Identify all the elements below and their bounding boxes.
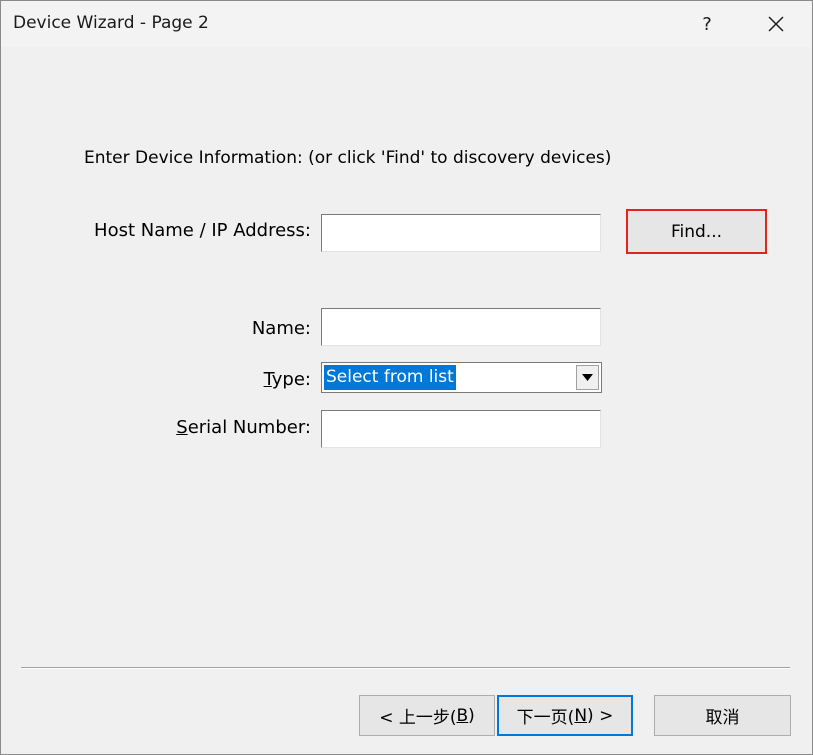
name-label: Name: (251, 318, 311, 339)
type-label-accel: T (263, 369, 272, 390)
window-title: Device Wizard - Page 2 (13, 13, 209, 33)
back-button-label: < 上一步( (379, 708, 457, 728)
name-input[interactable] (322, 309, 600, 345)
back-button-label-end: ) (468, 705, 475, 726)
host-label: Host Name / IP Address: (94, 220, 311, 241)
serial-label: Serial Number: (1, 417, 311, 438)
serial-label-accel: S (176, 417, 188, 438)
next-button-label-end: ) > (587, 705, 614, 726)
serial-input[interactable] (322, 411, 600, 447)
help-button[interactable]: ? (684, 1, 730, 47)
type-select[interactable]: Select from list (321, 362, 602, 393)
back-button-accel: B (456, 705, 469, 726)
serial-label-rest: erial Number: (187, 417, 311, 438)
instruction-text: Enter Device Information: (or click 'Fin… (84, 148, 612, 168)
chevron-down-icon (582, 374, 593, 381)
back-button[interactable]: < 上一步(B) (359, 695, 495, 736)
close-button[interactable] (753, 1, 799, 47)
host-field[interactable] (321, 214, 601, 252)
title-bar: Device Wizard - Page 2 ? (1, 1, 812, 47)
host-input[interactable] (322, 215, 600, 251)
type-selected-value: Select from list (324, 365, 456, 390)
close-icon (768, 16, 784, 32)
type-label-rest: ype: (271, 369, 311, 390)
type-label: Type: (1, 369, 311, 390)
next-button-label: 下一页( (516, 708, 575, 728)
next-button[interactable]: 下一页(N) > (497, 695, 633, 736)
next-button-accel: N (574, 705, 588, 726)
device-wizard-window: Device Wizard - Page 2 ? Enter Device In… (0, 0, 813, 755)
find-button[interactable]: Find... (626, 209, 767, 254)
type-dropdown-button[interactable] (576, 365, 599, 390)
name-field[interactable] (321, 308, 601, 346)
cancel-button[interactable]: 取消 (654, 695, 791, 736)
serial-field[interactable] (321, 410, 601, 448)
wizard-content: Enter Device Information: (or click 'Fin… (1, 47, 812, 754)
footer-divider (21, 667, 790, 669)
